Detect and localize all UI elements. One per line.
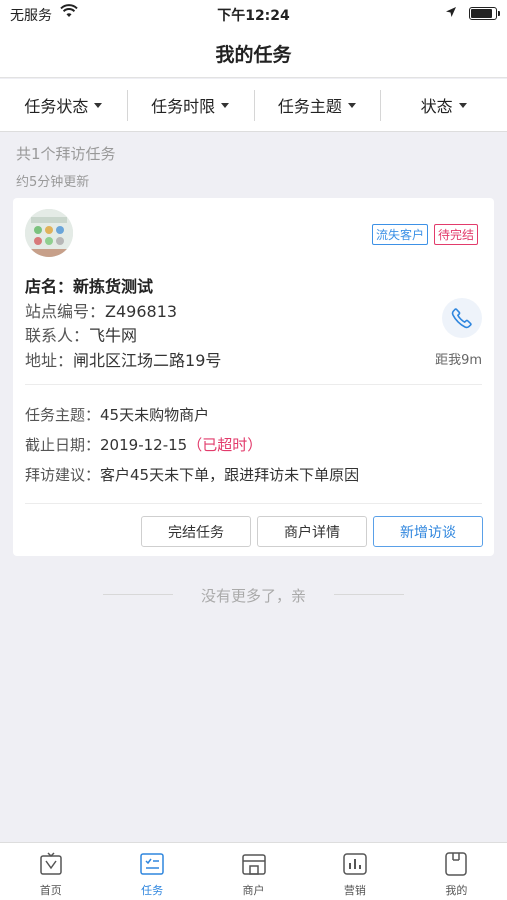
shop-name-label: 店名： bbox=[25, 277, 74, 296]
contact-row: 联系人：飞牛网 bbox=[25, 322, 137, 346]
tab-label: 首页 bbox=[39, 884, 62, 897]
call-button[interactable] bbox=[442, 298, 482, 338]
task-icon bbox=[140, 853, 164, 875]
tab-task[interactable]: 任务 bbox=[101, 843, 202, 900]
address-label: 地址： bbox=[25, 351, 74, 370]
marketing-icon bbox=[343, 853, 367, 875]
nav-bar: 我的任务 bbox=[0, 28, 507, 78]
caret-down-icon bbox=[221, 102, 230, 108]
page-title: 我的任务 bbox=[215, 44, 292, 66]
shop-name-row: 店名：新拣货测试 bbox=[25, 273, 153, 297]
filter-task-topic[interactable]: 任务主题 bbox=[253, 79, 381, 131]
tab-label: 商户 bbox=[242, 884, 265, 897]
deadline-value: 2019-12-15 bbox=[100, 436, 188, 454]
caret-down-icon bbox=[94, 102, 103, 108]
shop-name-value: 新拣货测试 bbox=[73, 277, 154, 296]
filter-task-status[interactable]: 任务状态 bbox=[0, 79, 127, 131]
shop-icon bbox=[241, 854, 266, 875]
tab-marketing[interactable]: 营销 bbox=[304, 843, 405, 900]
tab-shop[interactable]: 商户 bbox=[203, 843, 304, 900]
caret-down-icon bbox=[347, 102, 356, 108]
tab-home[interactable]: 首页 bbox=[0, 843, 101, 900]
tab-label: 营销 bbox=[343, 884, 366, 897]
filter-label: 任务时限 bbox=[151, 97, 216, 116]
address-value: 闸北区江场二路19号 bbox=[73, 351, 222, 370]
task-topic-value: 45天未购物商户 bbox=[100, 406, 210, 424]
shop-avatar bbox=[25, 209, 73, 257]
location-arrow-icon bbox=[445, 6, 457, 22]
site-id-value: Z496813 bbox=[105, 302, 178, 321]
task-tags: 流失客户 待完结 bbox=[371, 224, 478, 245]
filter-task-deadline[interactable]: 任务时限 bbox=[126, 79, 254, 131]
divider bbox=[25, 384, 482, 385]
deadline-label: 截止日期： bbox=[25, 436, 101, 454]
visit-advice-value: 客户45天未下单，跟进拜访未下单原因 bbox=[100, 466, 360, 484]
visit-advice-label: 拜访建议： bbox=[25, 466, 101, 484]
tab-label: 任务 bbox=[141, 884, 164, 897]
shop-detail-button[interactable]: 商户详情 bbox=[257, 516, 367, 547]
task-topic-row: 任务主题：45天未购物商户 bbox=[25, 404, 209, 425]
visit-advice-row: 拜访建议：客户45天未下单，跟进拜访未下单原因 bbox=[25, 464, 359, 485]
filter-bar: 任务状态 任务时限 任务主题 状态 bbox=[0, 79, 507, 132]
clock: 下午12:24 bbox=[217, 8, 290, 24]
no-more-hint: 没有更多了，亲 bbox=[200, 587, 306, 605]
tab-label: 我的 bbox=[445, 884, 468, 897]
home-icon bbox=[39, 852, 62, 875]
address-row: 地址：闸北区江场二路19号 bbox=[25, 347, 221, 371]
site-id-row: 站点编号：Z496813 bbox=[25, 298, 177, 322]
tab-bar: 首页 任务 商户 营销 我的 bbox=[0, 842, 507, 900]
divider bbox=[334, 594, 404, 595]
filter-label: 状态 bbox=[420, 97, 453, 116]
status-bar: 无服务 下午12:24 bbox=[0, 0, 507, 28]
lost-customer-tag: 流失客户 bbox=[371, 224, 428, 245]
overdue-badge: （已超时） bbox=[187, 436, 263, 454]
deadline-row: 截止日期：2019-12-15（已超时） bbox=[25, 434, 262, 455]
filter-label: 任务主题 bbox=[277, 97, 342, 116]
add-visit-button[interactable]: 新增访谈 bbox=[373, 516, 483, 547]
battery-icon bbox=[469, 7, 500, 20]
profile-icon bbox=[445, 852, 468, 876]
update-hint: 约5分钟更新 bbox=[16, 175, 90, 190]
task-count: 共1个拜访任务 bbox=[16, 145, 116, 163]
distance-label: 距我9m bbox=[435, 353, 482, 368]
filter-status[interactable]: 状态 bbox=[380, 79, 507, 131]
site-id-label: 站点编号： bbox=[25, 302, 106, 321]
pending-status-tag: 待完结 bbox=[433, 224, 478, 245]
task-card[interactable]: 流失客户 待完结 店名：新拣货测试 站点编号：Z496813 联系人：飞牛网 地… bbox=[13, 198, 494, 556]
phone-icon bbox=[451, 308, 472, 329]
filter-label: 任务状态 bbox=[24, 97, 89, 116]
complete-task-button[interactable]: 完结任务 bbox=[141, 516, 251, 547]
caret-down-icon bbox=[458, 102, 467, 108]
task-topic-label: 任务主题： bbox=[25, 406, 101, 424]
contact-value: 飞牛网 bbox=[89, 326, 138, 345]
tab-profile[interactable]: 我的 bbox=[406, 843, 507, 900]
divider bbox=[25, 503, 482, 504]
contact-label: 联系人： bbox=[25, 326, 90, 345]
